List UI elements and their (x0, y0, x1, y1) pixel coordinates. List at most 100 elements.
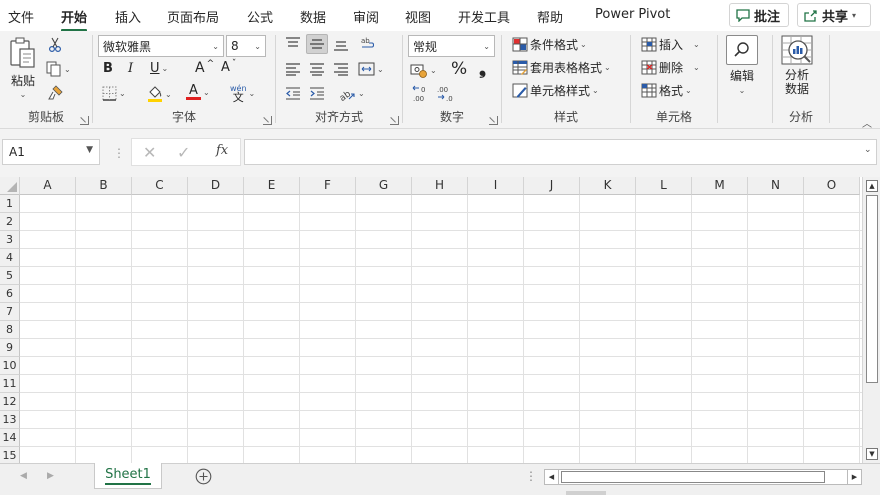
font-name-combo[interactable]: 微软雅黑 ⌄ (98, 35, 224, 57)
check-icon[interactable]: ✓ (177, 143, 190, 162)
shrink-font-button[interactable]: Aˇ (221, 59, 236, 76)
underline-button[interactable]: U ⌄ (150, 61, 168, 76)
column-header-h[interactable]: H (412, 177, 468, 195)
insert-cells-button[interactable]: 插入 ⌄ (641, 36, 700, 53)
column-header-i[interactable]: I (468, 177, 524, 195)
row-header-9[interactable]: 9 (0, 339, 20, 357)
align-bottom-button[interactable] (333, 37, 349, 51)
horizontal-scrollbar[interactable]: ◀ ▶ (544, 469, 862, 485)
align-middle-button[interactable] (306, 34, 328, 54)
row-header-8[interactable]: 8 (0, 321, 20, 339)
cancel-icon[interactable]: ✕ (143, 143, 156, 162)
format-cells-button[interactable]: 格式 ⌄ (641, 82, 692, 99)
scroll-right-button[interactable]: ▶ (847, 470, 861, 484)
column-header-c[interactable]: C (132, 177, 188, 195)
formula-input[interactable] (244, 139, 877, 165)
row-header-3[interactable]: 3 (0, 231, 20, 249)
dialog-launcher-icon[interactable] (390, 116, 399, 125)
align-right-button[interactable] (333, 62, 349, 76)
merge-center-button[interactable]: ⌄ (358, 61, 384, 77)
percent-button[interactable]: % (451, 59, 467, 79)
tab-view[interactable]: 视图 (405, 7, 431, 26)
tab-page-layout[interactable]: 页面布局 (167, 7, 219, 26)
font-color-button[interactable]: A ⌄ (186, 84, 210, 100)
bold-button[interactable]: B (103, 61, 113, 76)
row-header-12[interactable]: 12 (0, 393, 20, 411)
cut-button[interactable] (48, 37, 62, 52)
tab-data[interactable]: 数据 (300, 7, 326, 26)
format-painter-button[interactable] (47, 85, 63, 101)
comma-style-button[interactable]: ❟ (479, 58, 486, 79)
scroll-up-button[interactable]: ▲ (866, 180, 878, 192)
dialog-launcher-icon[interactable] (263, 116, 272, 125)
conditional-formatting-button[interactable]: 条件格式 ⌄ (512, 36, 587, 53)
name-box[interactable]: A1 ▼ (2, 139, 100, 165)
prev-sheet-icon[interactable]: ◀ (20, 471, 27, 481)
vertical-scrollbar[interactable]: ▲ ▼ (862, 177, 880, 463)
decrease-decimal-button[interactable]: .00.0 (435, 84, 455, 102)
copy-button[interactable]: ⌄ (46, 61, 71, 77)
drag-handle-icon[interactable]: ⋮ (113, 146, 125, 160)
column-header-g[interactable]: G (356, 177, 412, 195)
tab-review[interactable]: 审阅 (353, 7, 379, 26)
row-header-5[interactable]: 5 (0, 267, 20, 285)
column-header-k[interactable]: K (580, 177, 636, 195)
row-header-13[interactable]: 13 (0, 411, 20, 429)
row-header-10[interactable]: 10 (0, 357, 20, 375)
dialog-launcher-icon[interactable] (489, 116, 498, 125)
column-header-d[interactable]: D (188, 177, 244, 195)
add-sheet-button[interactable] (195, 468, 212, 485)
align-center-button[interactable] (309, 62, 325, 76)
wrap-text-button[interactable]: ab (360, 35, 376, 51)
tab-formulas[interactable]: 公式 (247, 7, 273, 26)
column-header-e[interactable]: E (244, 177, 300, 195)
expand-formula-bar-icon[interactable]: ⌄ (864, 145, 872, 155)
tab-developer[interactable]: 开发工具 (458, 7, 510, 26)
paste-button[interactable]: 粘贴 ⌄ (8, 37, 38, 99)
fill-color-button[interactable]: ⌄ (147, 85, 172, 103)
italic-button[interactable]: I (128, 61, 133, 76)
increase-decimal-button[interactable]: 0.00 (411, 84, 431, 102)
analyze-data-button[interactable]: 分析 数据 (781, 35, 813, 96)
tab-help[interactable]: 帮助 (537, 7, 563, 26)
editing-button[interactable]: 编辑 ⌄ (726, 35, 758, 95)
accounting-format-button[interactable]: ⌄ (410, 62, 437, 78)
column-header-a[interactable]: A (20, 177, 76, 195)
column-header-b[interactable]: B (76, 177, 132, 195)
select-all-button[interactable] (0, 177, 20, 195)
row-header-11[interactable]: 11 (0, 375, 20, 393)
column-header-o[interactable]: O (804, 177, 860, 195)
vertical-scroll-thumb[interactable] (866, 195, 878, 383)
chevron-down-icon[interactable]: ▼ (86, 145, 93, 159)
share-button[interactable]: 共享 ▾ (797, 3, 871, 27)
grow-font-button[interactable]: A ^ (195, 59, 214, 76)
row-header-14[interactable]: 14 (0, 429, 20, 447)
worksheet-grid[interactable]: ABCDEFGHIJKLMNO 1 2 3 4 5 6 7 8 9 10 11 12 13 14 15 (0, 177, 862, 465)
orientation-button[interactable]: ab ⌄ (338, 85, 365, 102)
tab-power-pivot[interactable]: Power Pivot (595, 7, 670, 22)
row-header-7[interactable]: 7 (0, 303, 20, 321)
cell-styles-button[interactable]: 单元格样式 ⌄ (512, 82, 599, 99)
horizontal-scroll-thumb[interactable] (561, 471, 825, 483)
phonetic-button[interactable]: wén 文 ⌄ (230, 84, 255, 103)
tab-insert[interactable]: 插入 (115, 7, 141, 26)
increase-indent-button[interactable] (309, 86, 325, 100)
scroll-down-button[interactable]: ▼ (866, 448, 878, 460)
format-as-table-button[interactable]: 套用表格格式 ⌄ (512, 59, 611, 76)
row-header-6[interactable]: 6 (0, 285, 20, 303)
tab-home[interactable]: 开始 (61, 7, 88, 32)
font-size-combo[interactable]: 8 ⌄ (226, 35, 266, 57)
row-header-4[interactable]: 4 (0, 249, 20, 267)
align-left-button[interactable] (285, 62, 301, 76)
scroll-left-button[interactable]: ◀ (545, 470, 559, 484)
comments-button[interactable]: 批注 (729, 3, 789, 27)
column-header-l[interactable]: L (636, 177, 692, 195)
row-header-1[interactable]: 1 (0, 195, 20, 213)
next-sheet-icon[interactable]: ▶ (47, 471, 54, 481)
borders-button[interactable]: ⌄ (102, 86, 126, 101)
chevron-down-icon[interactable]: ▾ (852, 11, 856, 20)
column-header-j[interactable]: J (524, 177, 580, 195)
splitter-icon[interactable]: ⋮ (525, 469, 537, 483)
sheet-tab-sheet1[interactable]: Sheet1 (94, 463, 162, 489)
align-top-button[interactable] (285, 37, 301, 51)
